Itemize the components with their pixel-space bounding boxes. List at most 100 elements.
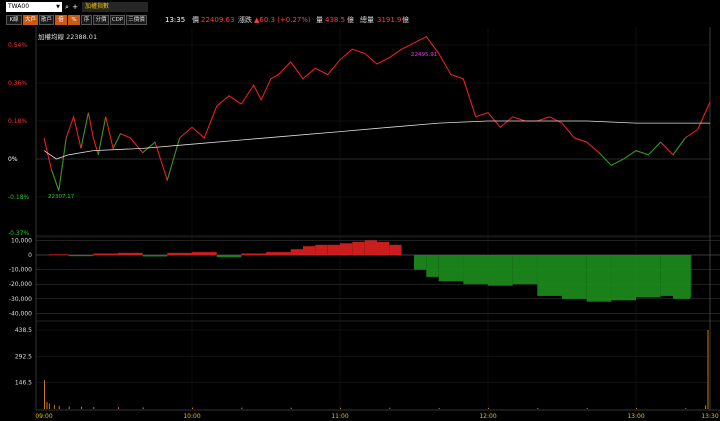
diff-tick-label: 10,000 <box>11 237 32 244</box>
diff-bar <box>340 243 353 255</box>
diff-bar <box>93 253 118 255</box>
kline-button[interactable]: K線 <box>6 15 22 25</box>
diff-bar <box>266 252 291 255</box>
search-icon[interactable]: ⌕ <box>63 2 71 12</box>
diff-bar <box>303 246 316 255</box>
volume-bars <box>44 330 709 409</box>
diff-bar <box>48 254 69 255</box>
volume-bar <box>46 401 48 409</box>
volume-bar <box>340 407 341 409</box>
change-label: 漲跌 <box>238 16 252 24</box>
volume-bar <box>537 407 539 409</box>
diff-bar <box>118 252 143 255</box>
volume-bar <box>586 407 588 409</box>
total-volume-label: 總量 <box>360 16 374 24</box>
time-tick-label: 11:00 <box>331 413 348 420</box>
total-volume-unit: 億 <box>402 16 409 24</box>
grid-layer <box>36 27 720 410</box>
diff-bar <box>426 255 439 277</box>
low-label: 22307.17 <box>48 194 75 200</box>
diff-bar <box>414 255 427 270</box>
diff-tick-label: -10,000 <box>9 267 32 274</box>
time-tick-label: 13:00 <box>627 413 644 420</box>
price-distribution-button[interactable]: 分價 <box>93 15 109 25</box>
volume-bar <box>192 407 193 409</box>
volume-label: 量 <box>316 16 323 24</box>
sequence-button[interactable]: 序 <box>81 15 92 25</box>
diff-bar <box>364 240 377 255</box>
diff-bar <box>216 255 242 258</box>
volume-unit: 億 <box>347 16 354 24</box>
diff-bar <box>192 252 217 255</box>
chevron-down-icon[interactable]: ▼ <box>56 2 60 12</box>
cdp-button[interactable]: CDP <box>110 15 125 25</box>
diff-bar <box>315 244 328 255</box>
symbol-input[interactable]: TWA00 ▼ <box>6 2 62 12</box>
quote-time: 13:35 <box>165 16 186 24</box>
volume-bar <box>68 406 70 409</box>
volume-bar <box>142 407 144 409</box>
diff-bar <box>690 255 692 298</box>
diff-bar <box>327 244 340 255</box>
volume-bar <box>44 380 45 409</box>
high-label: 22495.91 <box>411 52 437 58</box>
diff-bar <box>167 252 192 255</box>
big-holder-button[interactable]: 大戶 <box>23 15 38 25</box>
volume-value: 438.5 <box>325 16 346 24</box>
diff-tick-label: -20,000 <box>9 281 32 288</box>
volume-bar <box>93 407 95 409</box>
volume-tick-label: 292.5 <box>15 353 32 360</box>
diff-bar <box>290 249 303 255</box>
volume-tick-label: 146.5 <box>15 380 32 387</box>
axis-labels: 0.79%0.54%0.36%0.18%0%-0.18%-0.37%10,000… <box>8 42 719 420</box>
percent-button[interactable]: % <box>68 15 80 25</box>
volume-bar <box>241 407 243 409</box>
volume-bar <box>118 407 119 409</box>
change-value: ▲60.3 (+0.27%) <box>254 16 311 24</box>
diff-bar <box>673 255 691 299</box>
volume-bar <box>636 407 637 409</box>
three-price-button[interactable]: 三價價 <box>126 15 147 25</box>
multiple-button[interactable]: 倍 <box>55 15 67 25</box>
volume-bar <box>58 406 60 409</box>
time-tick-label: 12:00 <box>479 413 496 420</box>
average-label: 加權均線 22388.01 <box>38 32 97 41</box>
average-line <box>43 120 710 160</box>
title-toolbar: TWA00 ▼ ⌕ + 加權指數 <box>0 0 720 13</box>
intraday-chart[interactable]: 0.79%0.54%0.36%0.18%0%-0.18%-0.37%10,000… <box>0 26 720 421</box>
diff-bar <box>660 255 673 296</box>
diff-bar <box>68 255 94 257</box>
price-value: 22409.63 <box>201 16 235 24</box>
volume-bar <box>389 407 391 409</box>
volume-bar <box>685 407 687 409</box>
price-tick-label: 0.54% <box>8 42 27 49</box>
diff-bar <box>512 255 538 285</box>
price-line-down <box>50 112 686 191</box>
price-tick-label: 0% <box>8 156 18 163</box>
diff-bar <box>611 255 636 301</box>
price-tick-label: -0.18% <box>8 194 30 201</box>
diff-bar <box>636 255 661 298</box>
time-tick-label: 10:00 <box>183 413 200 420</box>
volume-bar <box>705 405 707 409</box>
retail-button[interactable]: 散戶 <box>39 15 54 25</box>
price-line-up <box>43 35 711 191</box>
diff-bar <box>438 255 464 282</box>
diff-tick-label: 0 <box>28 252 32 259</box>
diff-bar <box>537 255 562 296</box>
diff-bar <box>142 255 168 257</box>
price-label: 價 <box>192 16 199 24</box>
volume-bar <box>53 405 55 409</box>
volume-bar <box>707 330 709 409</box>
time-tick-label: 13:30 <box>701 413 718 420</box>
price-tick-label: -0.37% <box>8 230 30 237</box>
diff-bar <box>389 244 402 255</box>
volume-bar <box>81 406 82 409</box>
index-name: 加權指數 <box>82 2 148 12</box>
volume-bar <box>290 407 292 409</box>
total-volume-value: 3191.9 <box>377 16 402 24</box>
time-tick-label: 09:00 <box>35 413 52 420</box>
diff-bar <box>352 241 365 255</box>
diff-bar <box>377 241 390 255</box>
add-icon[interactable]: + <box>71 2 79 12</box>
